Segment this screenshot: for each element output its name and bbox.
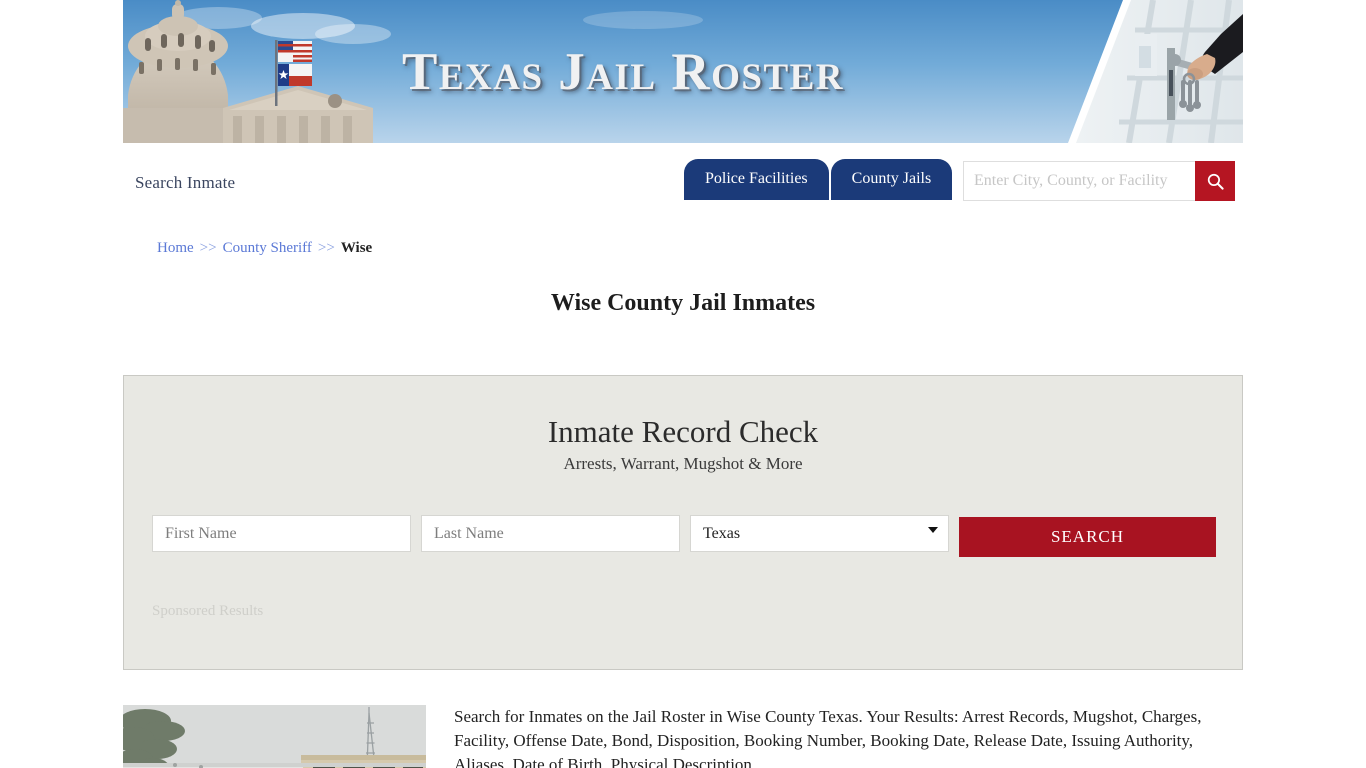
record-check-heading: Inmate Record Check xyxy=(547,414,819,449)
main-navbar: Search Inmate Police Facilities County J… xyxy=(123,143,1243,220)
breadcrumb-separator-1: >> xyxy=(199,240,217,256)
search-icon xyxy=(1207,173,1224,190)
breadcrumb-county-sheriff[interactable]: County Sheriff xyxy=(223,240,312,256)
jail-description-section: Search for Inmates on the Jail Roster in… xyxy=(123,705,1243,768)
last-name-input[interactable] xyxy=(421,515,680,552)
jail-facility-photo xyxy=(123,705,426,768)
record-check-form: Texas SEARCH xyxy=(152,515,1216,557)
site-banner: Texas Jail Roster xyxy=(123,0,1243,143)
site-brand[interactable]: Search Inmate xyxy=(135,173,235,193)
breadcrumb-current: Wise xyxy=(340,240,373,256)
search-button[interactable]: SEARCH xyxy=(959,517,1216,557)
breadcrumb-separator-2: >> xyxy=(317,240,335,256)
tab-county-jails[interactable]: County Jails xyxy=(830,159,953,200)
jail-photo-artwork xyxy=(123,705,426,768)
state-select-wrapper: Texas xyxy=(690,515,949,552)
breadcrumb-home[interactable]: Home xyxy=(157,240,194,256)
nav-tab-group: Police Facilities County Jails xyxy=(684,159,953,200)
page-title: Wise County Jail Inmates xyxy=(550,290,816,316)
inmate-record-check-panel: Inmate Record Check Arrests, Warrant, Mu… xyxy=(123,375,1243,670)
state-select[interactable]: Texas xyxy=(690,515,949,552)
facility-search-input[interactable] xyxy=(963,161,1195,201)
page-root: Texas Jail Roster Search Inmate Police F… xyxy=(0,0,1366,768)
jail-description-text: Search for Inmates on the Jail Roster in… xyxy=(454,707,1202,768)
header-search-button[interactable] xyxy=(1195,161,1235,201)
banner-title: Texas Jail Roster xyxy=(401,42,845,101)
tab-police-facilities[interactable]: Police Facilities xyxy=(684,159,829,200)
sponsored-results-label: Sponsored Results xyxy=(152,603,264,619)
first-name-input[interactable] xyxy=(152,515,411,552)
header-search xyxy=(963,161,1235,201)
record-check-subheading: Arrests, Warrant, Mugshot & More xyxy=(563,454,803,473)
breadcrumb: Home >> County Sheriff >> Wise xyxy=(157,240,372,257)
